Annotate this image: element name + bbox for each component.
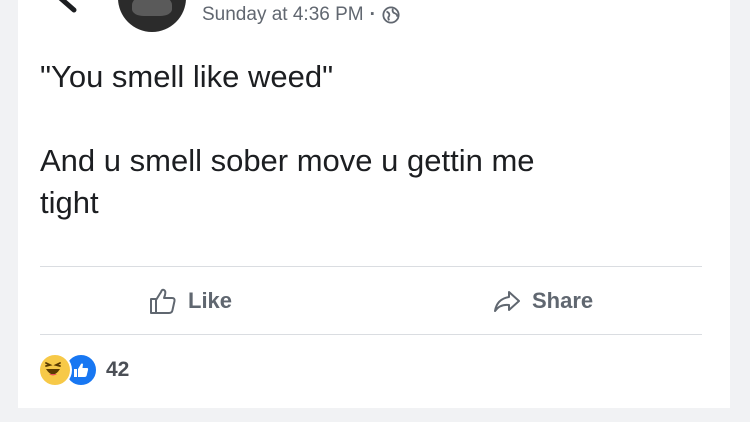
post-timestamp[interactable]: Sunday at 4:36 PM — [202, 4, 364, 26]
divider — [40, 334, 702, 335]
share-label: Share — [532, 288, 594, 313]
back-arrow-icon[interactable] — [54, 0, 94, 14]
like-button[interactable]: Like — [148, 280, 232, 322]
like-label: Like — [188, 288, 233, 313]
reaction-count: 42 — [106, 358, 130, 381]
post-text: "You smell like weed" And u smell sober … — [40, 59, 535, 220]
share-button[interactable]: Share — [492, 280, 593, 322]
post-meta: Sunday at 4:36 PM · — [202, 3, 400, 27]
haha-icon — [38, 353, 72, 387]
share-arrow-icon — [494, 291, 520, 312]
thumbs-up-icon — [150, 288, 176, 314]
reactions-summary[interactable]: 42 — [38, 353, 130, 387]
globe-icon — [382, 6, 400, 24]
avatar[interactable] — [118, 0, 186, 32]
more-options-icon[interactable] — [692, 0, 722, 6]
post-card: Sunday at 4:36 PM · "You smell like weed… — [18, 0, 730, 408]
divider — [40, 266, 702, 267]
meta-separator: · — [369, 4, 376, 25]
